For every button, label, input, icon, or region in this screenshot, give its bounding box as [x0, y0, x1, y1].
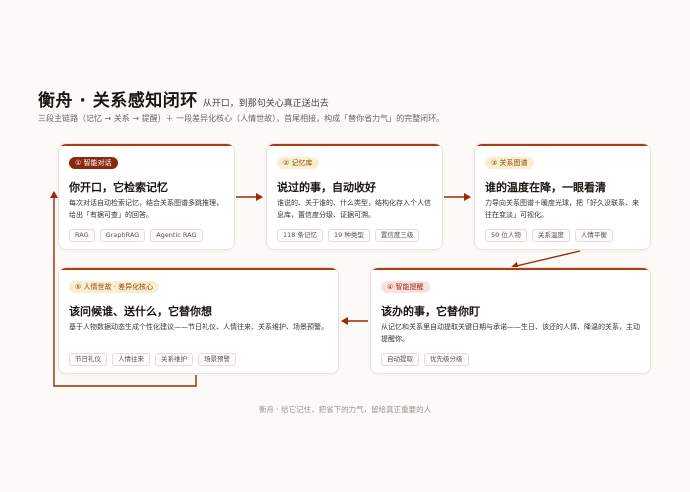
tag: 50 位人物: [485, 229, 527, 242]
tag: GraphRAG: [99, 229, 146, 242]
card-tags: 节日礼仪 人情往来 关系维护 场景预警: [69, 353, 236, 366]
card-tags: 118 条记忆 19 种类型 置信度三级: [277, 229, 420, 242]
card-desc: 基于人物数据动态生成个性化建议——节日礼仪、人情往来、关系维护、场景预警。: [69, 323, 328, 331]
card-tags: 自动提取 优先级分级: [381, 353, 469, 366]
tag: Agentic RAG: [150, 229, 203, 242]
tag: 19 种类型: [327, 229, 370, 242]
card-social-etiquette: ⑤ 人情世故 · 差异化核心 该问候谁、送什么，它替你想 基于人物数据动态生成个…: [58, 267, 339, 374]
card-desc: 每次对话自动检索记忆，结合关系图谱多跳推理，给出「有据可查」的回答。: [69, 199, 223, 219]
card-desc: 从记忆和关系里自动提取关键日期与承诺——生日、该还的人情、降温的关系，主动提醒你…: [381, 323, 640, 343]
tag: 118 条记忆: [277, 229, 323, 242]
tag: 自动提取: [381, 353, 419, 366]
tag: 关系温度: [531, 229, 570, 242]
tag: 关系维护: [155, 353, 193, 366]
tag: 置信度三级: [374, 229, 420, 242]
card-title: 你开口，它检索记忆: [69, 181, 168, 194]
card-badge: ④ 智能提醒: [381, 281, 430, 293]
card-desc: 力导向关系图谱＋暖度光球，把「好久没联系、来往在变淡」可视化。: [485, 199, 639, 219]
card-memory-store: ② 记忆库 说过的事，自动收好 谁说的、关于谁的、什么类型，结构化存入个人信息库…: [266, 143, 443, 250]
card-tags: 50 位人物 关系温度 人情平衡: [485, 229, 613, 242]
footer-text: 衡舟 · 给它记住，把省下的力气，留给真正重要的人: [258, 405, 432, 414]
card-desc: 谁说的、关于谁的、什么类型，结构化存入个人信息库，置信度分级、证据可溯。: [277, 199, 431, 219]
card-smart-reminder: ④ 智能提醒 该办的事，它替你盯 从记忆和关系里自动提取关键日期与承诺——生日、…: [370, 267, 651, 374]
tag: RAG: [69, 229, 95, 242]
card-title: 说过的事，自动收好: [277, 181, 376, 194]
tag: 节日礼仪: [69, 353, 107, 366]
tag: 场景预警: [198, 353, 236, 366]
card-title: 谁的温度在降，一眼看清: [485, 181, 606, 194]
tag: 优先级分级: [424, 353, 469, 366]
card-smart-dialog: ① 智能对话 你开口，它检索记忆 每次对话自动检索记忆，结合关系图谱多跳推理，给…: [58, 143, 235, 250]
card-title: 该问候谁、送什么，它替你想: [69, 305, 212, 318]
card-title: 该办的事，它替你盯: [381, 305, 480, 318]
arrow-3-to-4: [511, 250, 581, 270]
card-badge: ② 记忆库: [277, 157, 319, 169]
tag: 人情平衡: [574, 229, 613, 242]
card-badge: ① 智能对话: [69, 157, 118, 169]
tag: 人情往来: [112, 353, 150, 366]
card-tags: RAG GraphRAG Agentic RAG: [69, 229, 203, 242]
card-relation-graph: ③ 关系图谱 谁的温度在降，一眼看清 力导向关系图谱＋暖度光球，把「好久没联系、…: [474, 143, 651, 250]
card-badge: ③ 关系图谱: [485, 157, 534, 169]
card-badge: ⑤ 人情世故 · 差异化核心: [69, 281, 160, 293]
